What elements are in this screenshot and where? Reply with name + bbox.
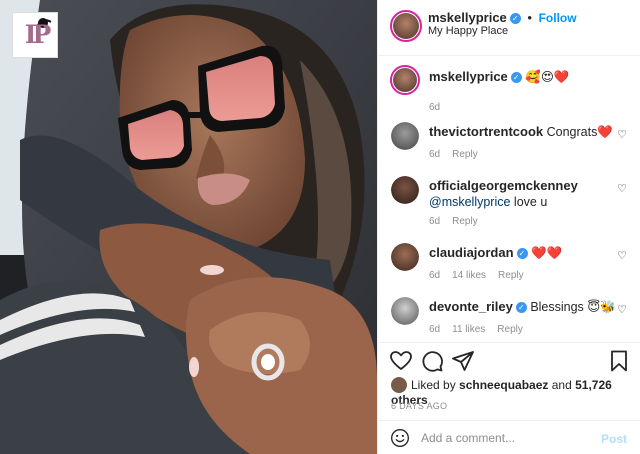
comment-username[interactable]: claudiajordan <box>429 245 514 260</box>
comment-item: thevictortrentcook Congrats❤️ 6d Reply ♡ <box>378 120 640 165</box>
reply-button[interactable]: Reply <box>497 324 523 335</box>
commenter-avatar[interactable] <box>391 243 419 271</box>
reply-button[interactable]: Reply <box>452 216 478 227</box>
comment-username[interactable]: devonte_riley <box>429 299 513 314</box>
comment-username[interactable]: thevictortrentcook <box>429 124 543 139</box>
caption-meta: 6d <box>429 102 452 113</box>
comment-like-heart-icon[interactable]: ♡ <box>617 303 627 316</box>
comment-like-heart-icon[interactable]: ♡ <box>617 249 627 262</box>
verified-badge-icon: ✓ <box>515 302 527 313</box>
post-side-panel: mskellyprice ✓ • Follow My Happy Place ms… <box>377 0 640 454</box>
verified-badge-icon: ✓ <box>516 248 528 259</box>
action-bar: Liked by schneequabaez and 51,726 others… <box>378 342 640 412</box>
caption-avatar[interactable] <box>390 65 420 95</box>
comment-input[interactable] <box>421 429 591 447</box>
caption-item: mskellyprice ✓ 🥰😍❤️ 6d <box>378 65 640 113</box>
follow-button[interactable]: Follow <box>539 11 577 25</box>
likes-prefix: Liked by <box>411 378 460 392</box>
caption-age: 6d <box>429 102 441 113</box>
verified-badge-icon: ✓ <box>509 13 521 24</box>
commenter-avatar[interactable] <box>391 122 419 150</box>
comment-username[interactable]: officialgeorgemckenney <box>429 178 578 193</box>
comment-body: Congrats❤️ <box>546 125 613 139</box>
comment-age: 6d <box>429 270 441 281</box>
watermark-logo: IP <box>12 12 58 58</box>
author-username[interactable]: mskellyprice <box>428 10 507 25</box>
comment-age: 6d <box>429 216 441 227</box>
comment-age: 6d <box>429 324 441 335</box>
commenter-avatar[interactable] <box>391 176 419 204</box>
share-icon[interactable] <box>451 349 475 373</box>
comment-text: thevictortrentcook Congrats❤️ <box>429 124 619 140</box>
comment-mention[interactable]: @mskellyprice <box>429 195 510 209</box>
comment-text: claudiajordan ✓ ❤️❤️ <box>429 245 619 261</box>
add-comment-bar: Post <box>378 420 640 454</box>
caption-emojis: 🥰😍❤️ <box>525 70 570 84</box>
comment-meta: 6d 11 likes Reply <box>429 324 535 335</box>
comment-meta: 6d Reply <box>429 149 490 160</box>
location-link[interactable]: My Happy Place <box>428 25 508 37</box>
comment-text: officialgeorgemckenney @mskellyprice lov… <box>429 178 619 210</box>
liker-avatar[interactable] <box>391 377 407 393</box>
comment-body: ❤️❤️ <box>531 246 563 260</box>
caption-username[interactable]: mskellyprice <box>429 69 508 84</box>
commenter-avatar[interactable] <box>391 297 419 325</box>
comment-age: 6d <box>429 149 441 160</box>
comment-like-heart-icon[interactable]: ♡ <box>617 128 627 141</box>
comment-meta: 6d 14 likes Reply <box>429 270 536 281</box>
reply-button[interactable]: Reply <box>498 270 524 281</box>
heart-icon[interactable] <box>389 349 413 373</box>
post-timestamp[interactable]: 6 DAYS AGO <box>391 401 447 411</box>
post-header: mskellyprice ✓ • Follow My Happy Place <box>378 0 640 56</box>
comment-text: devonte_riley ✓ Blessings 😇🐝 <box>429 299 619 315</box>
dot-separator: • <box>527 10 532 25</box>
likes-middle: and <box>548 378 576 392</box>
post-photo[interactable]: IP <box>0 0 377 454</box>
comment-item: claudiajordan ✓ ❤️❤️ 6d 14 likes Reply ♡ <box>378 241 640 286</box>
comment-item: devonte_riley ✓ Blessings 😇🐝 6d 11 likes Re… <box>378 295 640 340</box>
comment-body: love u <box>510 195 548 209</box>
reply-button[interactable]: Reply <box>452 149 478 160</box>
comment-icon[interactable] <box>420 349 444 373</box>
bookmark-icon[interactable] <box>607 349 631 373</box>
logo-letters: IP <box>24 20 52 49</box>
comment-likes-count[interactable]: 11 likes <box>452 324 485 335</box>
caption-text: mskellyprice ✓ 🥰😍❤️ <box>429 69 619 85</box>
comment-like-heart-icon[interactable]: ♡ <box>617 182 627 195</box>
comment-item: officialgeorgemckenney @mskellyprice lov… <box>378 174 640 229</box>
first-liker-link[interactable]: schneequabaez <box>459 378 548 392</box>
author-avatar[interactable] <box>390 10 422 42</box>
comments-list[interactable]: mskellyprice ✓ 🥰😍❤️ 6d thevictortrentcook… <box>378 57 640 342</box>
photo-illustration <box>0 0 377 454</box>
comment-likes-count[interactable]: 14 likes <box>452 270 486 281</box>
smile-icon[interactable] <box>390 428 410 448</box>
verified-badge-icon: ✓ <box>510 72 522 83</box>
comment-body: Blessings 😇🐝 <box>530 300 616 314</box>
comment-meta: 6d Reply <box>429 216 490 227</box>
author-row: mskellyprice ✓ • Follow <box>428 10 577 25</box>
post-comment-button[interactable]: Post <box>601 432 627 446</box>
